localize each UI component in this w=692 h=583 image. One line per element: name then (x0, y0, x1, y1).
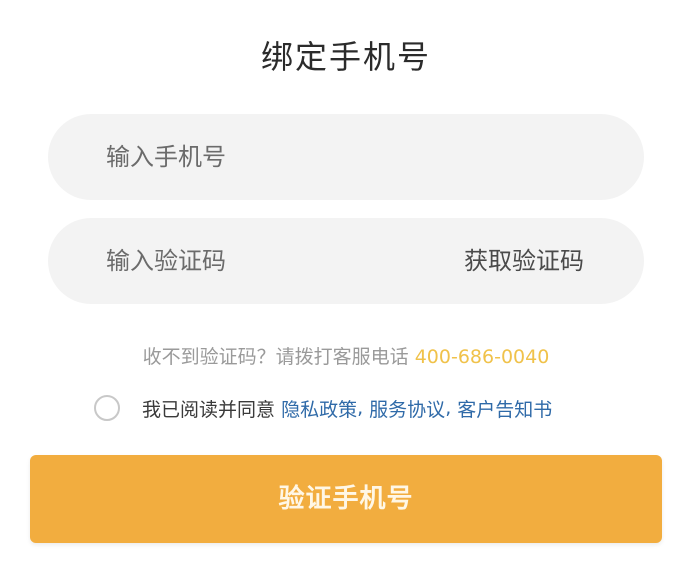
page-title: 绑定手机号 (260, 38, 431, 76)
get-code-button[interactable]: 获取验证码 (464, 218, 584, 304)
support-phone-number: 400-686-0040 (414, 346, 550, 368)
agreement-row: 我已阅读并同意 隐私政策, 服务协议, 客户告知书 (94, 393, 552, 423)
service-agreement-link[interactable]: 服务协议 (369, 395, 445, 422)
phone-field[interactable] (48, 114, 644, 200)
phone-input[interactable] (106, 114, 436, 200)
help-message: 收不到验证码？请拨打客服电话 (142, 346, 409, 368)
verification-code-input[interactable] (106, 218, 436, 304)
customer-notice-link[interactable]: 客户告知书 (457, 395, 552, 422)
privacy-policy-link[interactable]: 隐私政策 (281, 395, 357, 422)
help-text: 收不到验证码？请拨打客服电话 400-686-0040 (0, 342, 692, 369)
agreement-checkbox[interactable] (94, 395, 120, 421)
agreement-prefix: 我已阅读并同意 (142, 398, 276, 421)
verify-phone-button[interactable]: 验证手机号 (30, 455, 662, 543)
code-field[interactable]: 获取验证码 (48, 218, 644, 304)
